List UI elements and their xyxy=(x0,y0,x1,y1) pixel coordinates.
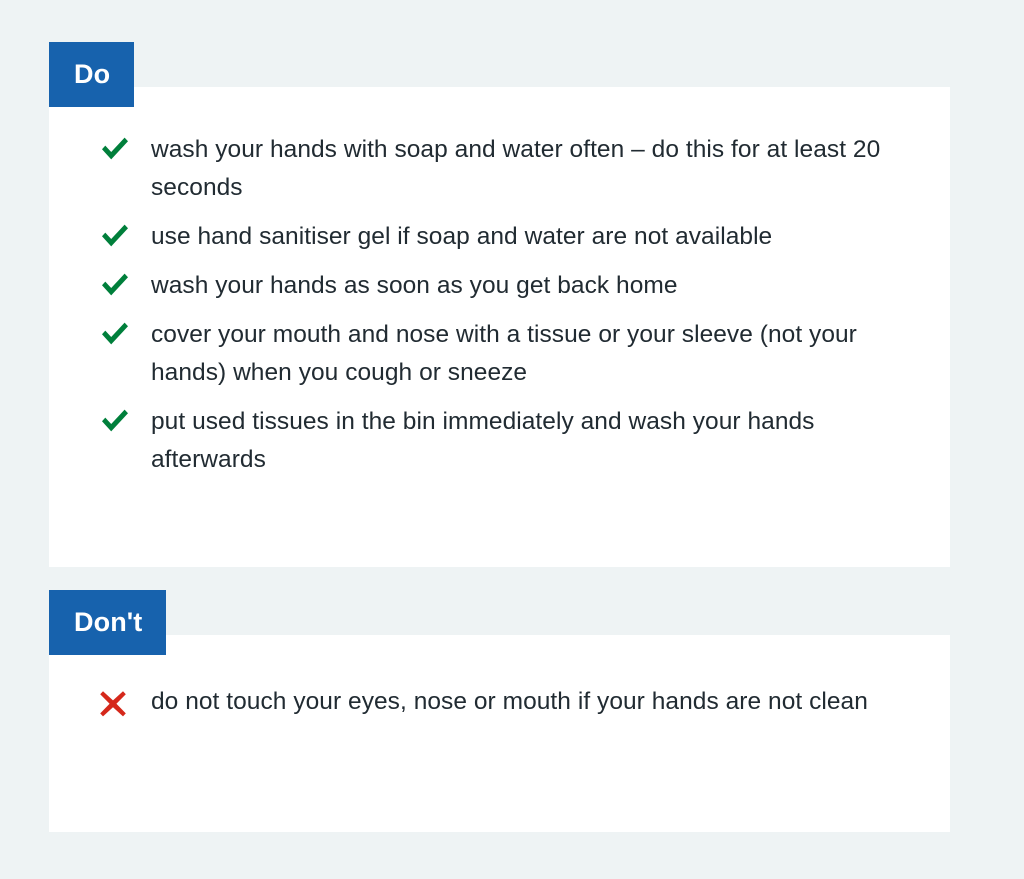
list-item-text: do not touch your eyes, nose or mouth if… xyxy=(151,688,868,715)
list-item: put used tissues in the bin immediately … xyxy=(99,403,920,479)
list-item: use hand sanitiser gel if soap and water… xyxy=(99,218,920,256)
green-tick-icon xyxy=(99,403,151,434)
advice-page: Do wash your hands with soap and water o… xyxy=(0,0,1024,879)
green-tick-icon xyxy=(99,131,151,162)
do-header-label: Do xyxy=(49,42,135,107)
green-tick-icon xyxy=(99,218,151,249)
list-item: wash your hands as soon as you get back … xyxy=(99,267,920,305)
list-item-text: wash your hands with soap and water ofte… xyxy=(151,136,881,201)
do-card: wash your hands with soap and water ofte… xyxy=(49,87,950,567)
list-item-text: cover your mouth and nose with a tissue … xyxy=(151,321,857,386)
list-item-text: put used tissues in the bin immediately … xyxy=(151,408,815,473)
dont-advice-block: Don't do not touch your eyes, nose or mo… xyxy=(49,590,950,832)
green-tick-icon xyxy=(99,316,151,347)
do-advice-list: wash your hands with soap and water ofte… xyxy=(99,131,920,479)
dont-header-label: Don't xyxy=(49,590,167,655)
dont-advice-list: do not touch your eyes, nose or mouth if… xyxy=(99,683,920,721)
dont-card: do not touch your eyes, nose or mouth if… xyxy=(49,635,950,832)
list-item-text: wash your hands as soon as you get back … xyxy=(151,272,678,299)
green-tick-icon xyxy=(99,267,151,298)
do-advice-block: Do wash your hands with soap and water o… xyxy=(49,42,950,567)
list-item-text: use hand sanitiser gel if soap and water… xyxy=(151,223,773,250)
list-item: do not touch your eyes, nose or mouth if… xyxy=(99,683,920,721)
list-item: wash your hands with soap and water ofte… xyxy=(99,131,920,207)
list-item: cover your mouth and nose with a tissue … xyxy=(99,316,920,392)
red-cross-icon xyxy=(99,683,151,718)
